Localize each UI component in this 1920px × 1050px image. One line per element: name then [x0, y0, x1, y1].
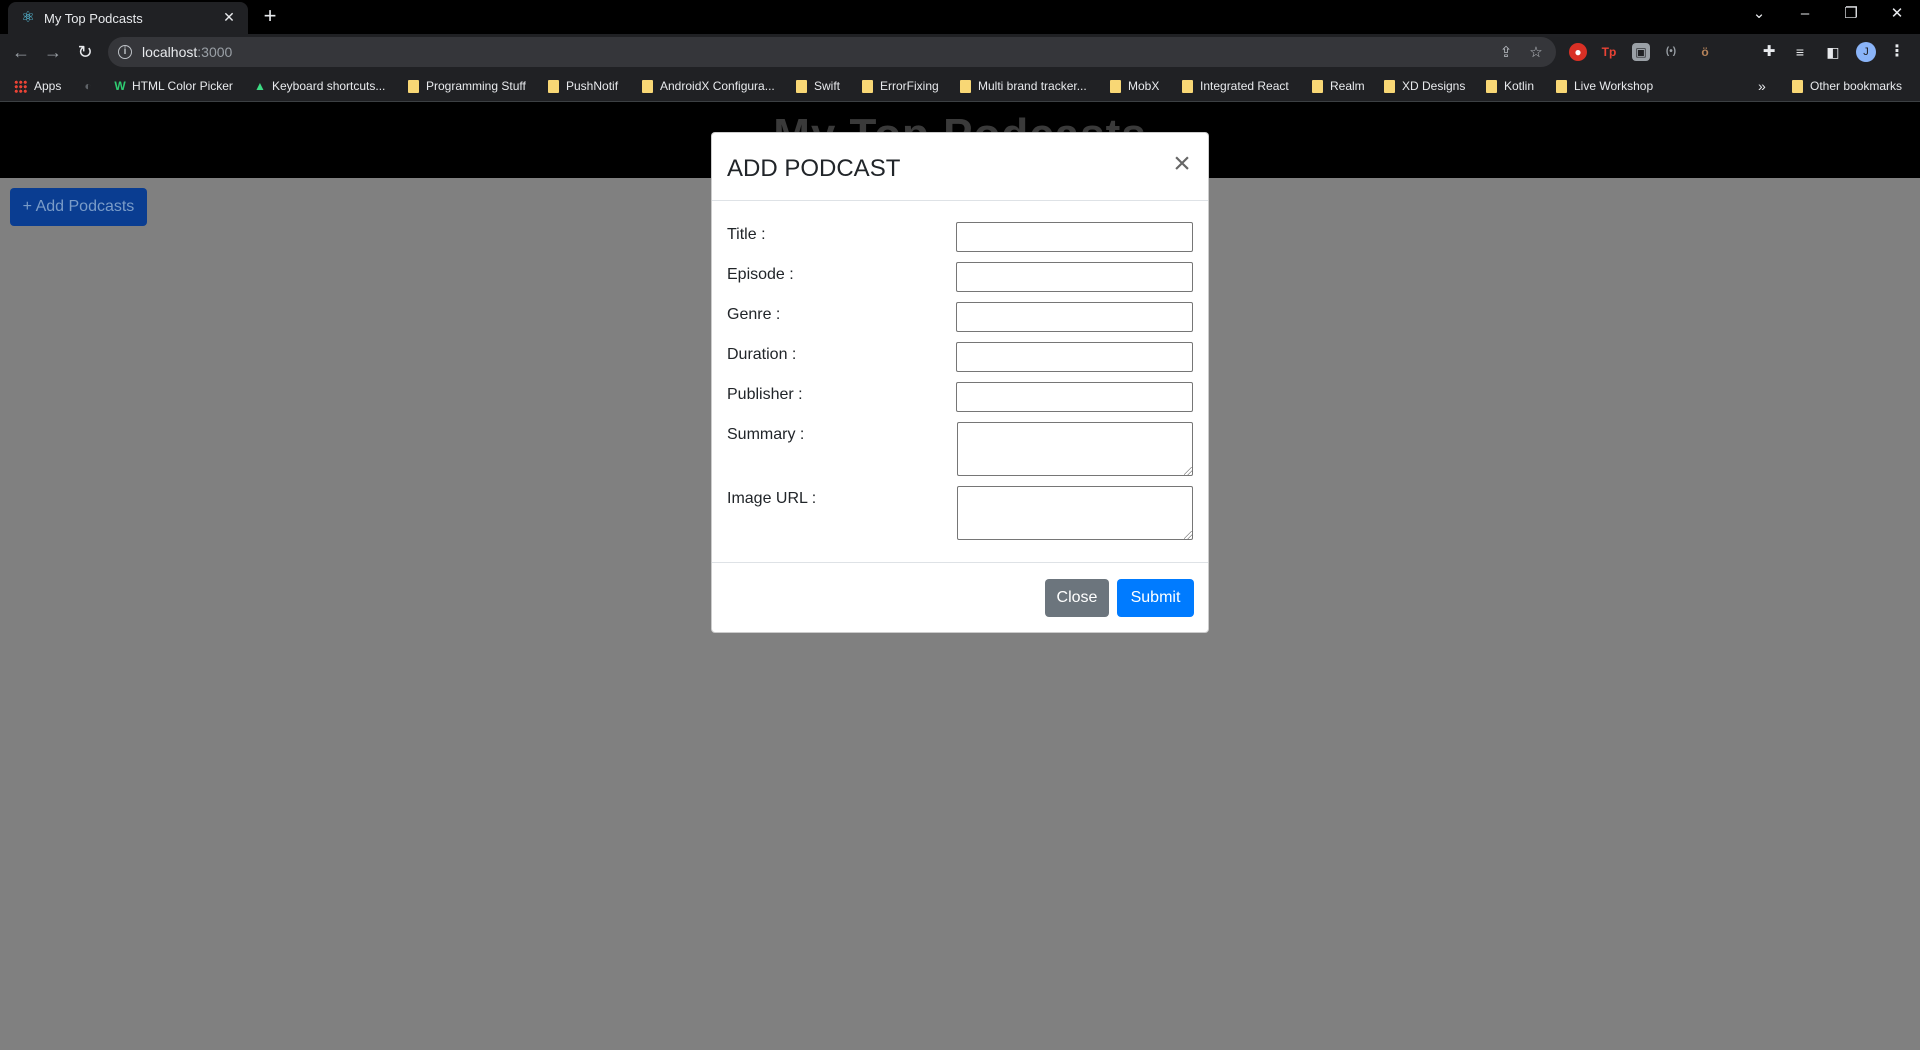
extension-tp-icon[interactable]: Tp: [1600, 43, 1618, 61]
w-icon: W: [114, 79, 126, 93]
side-panel-icon[interactable]: ◧: [1824, 43, 1842, 61]
duration-input[interactable]: [956, 342, 1193, 372]
bookmark-integrated-react[interactable]: Integrated React: [1180, 76, 1289, 96]
bookmark-multi-brand-tracker[interactable]: Multi brand tracker...: [958, 76, 1087, 96]
bookmark-swift[interactable]: Swift: [794, 76, 840, 96]
episode-label: Episode :: [727, 266, 794, 283]
bookmark-keyboard-shortcuts[interactable]: ▲ Keyboard shortcuts...: [252, 76, 385, 96]
minimize-icon[interactable]: –: [1782, 0, 1828, 30]
genre-label: Genre :: [727, 306, 781, 323]
close-icon[interactable]: ×: [1168, 149, 1196, 179]
bookmark-html-color-picker[interactable]: W HTML Color Picker: [112, 76, 233, 96]
reload-icon[interactable]: ↻: [72, 40, 98, 64]
modal-title: ADD PODCAST: [727, 155, 901, 182]
folder-icon: [960, 80, 971, 93]
summary-resize-handle[interactable]: [1184, 467, 1192, 475]
bookmarks-bar: Apps ◐ W HTML Color Picker ▲ Keyboard shor…: [0, 70, 1920, 102]
profile-avatar[interactable]: J: [1856, 42, 1876, 62]
folder-icon: [1792, 80, 1803, 93]
extensions-puzzle-icon[interactable]: ✚: [1760, 43, 1778, 61]
extension-adblock-icon[interactable]: ●: [1569, 43, 1587, 61]
react-icon: ⚛: [21, 9, 35, 26]
image-url-textarea[interactable]: [957, 486, 1193, 540]
modal-header: ADD PODCAST ×: [712, 133, 1208, 201]
bookmark-realm[interactable]: Realm: [1310, 76, 1365, 96]
bookmark-other[interactable]: Other bookmarks: [1790, 76, 1902, 96]
bookmark-star-icon[interactable]: ☆: [1526, 43, 1546, 63]
tab-strip: ⚛ My Top Podcasts ✕ + ⌄ – ❐ ✕: [0, 0, 1920, 34]
folder-icon: [1384, 80, 1395, 93]
reading-list-icon[interactable]: ≡: [1791, 43, 1809, 61]
publisher-input[interactable]: [956, 382, 1193, 412]
browser-toolbar: ← → ↻ i localhost:3000 ⇪ ☆ ● Tp ▣ (•) ö …: [0, 34, 1920, 70]
bookmark-kotlin[interactable]: Kotlin: [1484, 76, 1534, 96]
title-input[interactable]: [956, 222, 1193, 252]
site-info-icon[interactable]: i: [118, 45, 132, 59]
back-icon[interactable]: ←: [8, 40, 34, 64]
tab-search-icon[interactable]: ⌄: [1736, 0, 1782, 30]
bookmark-programming-stuff[interactable]: Programming Stuff: [406, 76, 526, 96]
bookmark-apps[interactable]: Apps: [14, 76, 61, 96]
publisher-label: Publisher :: [727, 386, 803, 403]
bookmark-errorfixing[interactable]: ErrorFixing: [860, 76, 939, 96]
title-label: Title :: [727, 226, 766, 243]
folder-icon: [1312, 80, 1323, 93]
extension-owl-icon[interactable]: ö: [1696, 43, 1714, 61]
address-bar[interactable]: i localhost:3000 ⇪ ☆: [108, 37, 1556, 67]
address-url: localhost:3000: [142, 44, 233, 60]
image-url-label: Image URL :: [727, 490, 817, 507]
restore-icon[interactable]: ❐: [1828, 0, 1874, 30]
bookmark-live-workshop[interactable]: Live Workshop: [1554, 76, 1653, 96]
forward-icon[interactable]: →: [40, 40, 66, 64]
submit-button[interactable]: Submit: [1117, 579, 1194, 617]
summary-label: Summary :: [727, 426, 805, 443]
globe-icon: ◐: [84, 79, 92, 93]
extension-devtools-icon[interactable]: (•): [1662, 43, 1680, 61]
window-close-icon[interactable]: ✕: [1874, 0, 1920, 30]
bookmark-xd-designs[interactable]: XD Designs: [1382, 76, 1465, 96]
tab-title: My Top Podcasts: [44, 11, 143, 26]
bookmark-mobx[interactable]: MobX: [1108, 76, 1159, 96]
folder-icon: [1110, 80, 1121, 93]
android-icon: ▲: [254, 79, 266, 93]
new-tab-icon[interactable]: +: [258, 4, 282, 28]
bookmarks-overflow-icon[interactable]: »: [1754, 76, 1766, 96]
duration-label: Duration :: [727, 346, 797, 363]
folder-icon: [796, 80, 807, 93]
image-url-resize-handle[interactable]: [1184, 531, 1192, 539]
bookmark-androidx[interactable]: AndroidX Configura...: [640, 76, 775, 96]
menu-kebab-icon[interactable]: ⋮: [1888, 43, 1906, 61]
bookmark-pushnotif[interactable]: PushNotif: [546, 76, 618, 96]
close-button[interactable]: Close: [1045, 579, 1109, 617]
extension-image-icon[interactable]: ▣: [1632, 43, 1650, 61]
episode-input[interactable]: [956, 262, 1193, 292]
browser-tab[interactable]: ⚛ My Top Podcasts ✕: [8, 2, 248, 34]
bookmark-globe[interactable]: ◐: [80, 76, 96, 96]
folder-icon: [1182, 80, 1193, 93]
folder-icon: [1486, 80, 1497, 93]
folder-icon: [862, 80, 873, 93]
summary-textarea[interactable]: [957, 422, 1193, 476]
modal-footer: Close Submit: [712, 562, 1208, 632]
apps-grid-icon: [14, 80, 27, 93]
folder-icon: [408, 80, 419, 93]
folder-icon: [1556, 80, 1567, 93]
folder-icon: [642, 80, 653, 93]
share-icon[interactable]: ⇪: [1496, 43, 1516, 63]
folder-icon: [548, 80, 559, 93]
genre-input[interactable]: [956, 302, 1193, 332]
tab-close-icon[interactable]: ✕: [220, 8, 238, 26]
add-podcast-modal: ADD PODCAST × Title : Episode : Genre : …: [711, 132, 1209, 633]
